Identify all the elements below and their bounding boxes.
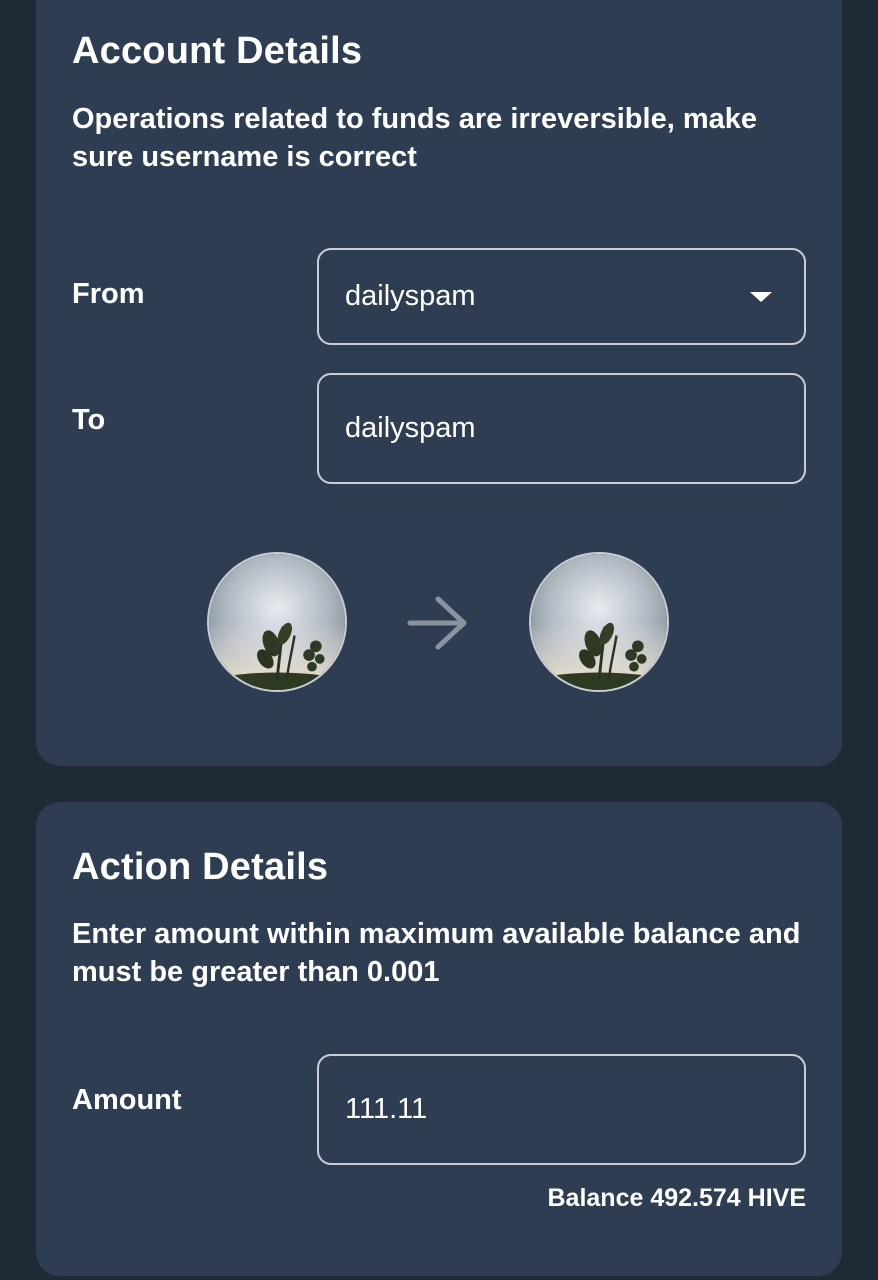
to-avatar [529, 552, 669, 692]
account-details-card: Account Details Operations related to fu… [36, 0, 842, 766]
action-details-card: Action Details Enter amount within maxim… [36, 802, 842, 1276]
amount-label: Amount [72, 1084, 182, 1116]
chevron-down-icon [750, 291, 772, 302]
transfer-screen: Account Details Operations related to fu… [0, 0, 878, 1280]
avatar-image-icon [531, 554, 667, 690]
balance-text: Balance 492.574 HIVE [547, 1184, 807, 1212]
from-value: dailyspam [345, 280, 476, 312]
account-details-description: Operations related to funds are irrevers… [72, 103, 757, 173]
to-value: dailyspam [345, 412, 476, 444]
action-details-title: Action Details [72, 846, 329, 888]
from-dropdown[interactable]: dailyspam [317, 248, 806, 345]
to-input[interactable]: dailyspam [317, 373, 806, 484]
account-details-title: Account Details [72, 30, 363, 72]
amount-input[interactable]: 111.11 [317, 1054, 806, 1165]
avatar-image-icon [209, 554, 345, 690]
amount-value: 111.11 [345, 1093, 428, 1125]
arrow-right-icon [407, 596, 467, 650]
to-label: To [72, 404, 106, 436]
from-label: From [72, 278, 145, 310]
from-avatar [207, 552, 347, 692]
action-details-description: Enter amount within maximum available ba… [72, 918, 801, 988]
